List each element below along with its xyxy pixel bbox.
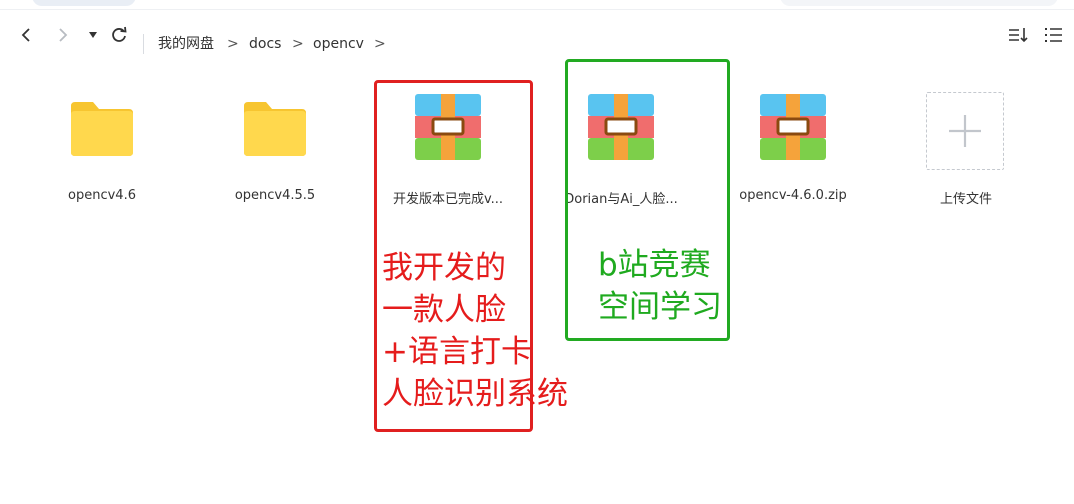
annotation-text-red: 我开发的 一款人脸 +语言打卡 人脸识别系统 xyxy=(382,247,568,415)
upload-label: 上传文件 xyxy=(939,192,992,207)
navigation-bar: 我的网盘 > docs > opencv > xyxy=(0,10,1074,58)
breadcrumb-item-root[interactable]: 我的网盘 xyxy=(158,34,214,54)
annotation-line: 空间学习 xyxy=(598,289,722,325)
folder-icon xyxy=(244,102,306,156)
refresh-icon xyxy=(112,26,127,42)
refresh-button[interactable] xyxy=(108,24,130,46)
file-item-archive-opencv-zip[interactable]: opencv-4.6.0.zip xyxy=(718,82,868,222)
annotation-line: 人脸识别系统 xyxy=(382,376,568,412)
chevron-right-icon xyxy=(59,28,68,42)
sort-button[interactable] xyxy=(1008,24,1030,46)
file-name: opencv4.6 xyxy=(68,188,136,203)
annotation-line: b站竞赛 xyxy=(598,247,711,283)
plus-icon xyxy=(949,115,981,147)
upload-dropzone[interactable] xyxy=(926,92,1004,170)
file-name: opencv4.5.5 xyxy=(234,188,316,203)
folder-icon xyxy=(71,102,133,156)
breadcrumb-separator: > xyxy=(292,36,304,52)
sort-icon xyxy=(1009,28,1028,43)
history-dropdown-button[interactable] xyxy=(82,24,104,46)
list-view-icon xyxy=(1045,28,1062,42)
back-button[interactable] xyxy=(15,24,37,46)
breadcrumb-separator: > xyxy=(227,36,239,52)
annotation-text-green: b站竞赛 空间学习 xyxy=(598,244,722,328)
top-search-fragment[interactable] xyxy=(780,0,1058,6)
file-name: opencv-4.6.0.zip xyxy=(739,188,847,203)
toolbar-divider xyxy=(143,34,144,54)
forward-button[interactable] xyxy=(52,24,74,46)
breadcrumb-item-opencv[interactable]: opencv xyxy=(313,34,364,54)
file-item-folder-opencv4-6[interactable]: opencv4.6 xyxy=(27,82,177,222)
file-item-folder-opencv4-5-5[interactable]: opencv4.5.5 xyxy=(200,82,350,222)
annotation-line: +语言打卡 xyxy=(382,334,532,370)
caret-down-icon xyxy=(89,32,97,38)
breadcrumb-item-docs[interactable]: docs xyxy=(249,34,281,54)
chevron-left-icon xyxy=(21,28,30,42)
annotation-line: 我开发的 xyxy=(382,250,506,286)
archive-icon xyxy=(760,94,826,160)
upload-file-button[interactable]: 上传文件 xyxy=(891,82,1041,222)
top-tab-fragment[interactable] xyxy=(32,0,136,6)
breadcrumb-separator: > xyxy=(374,36,386,52)
view-mode-button[interactable] xyxy=(1042,24,1064,46)
annotation-line: 一款人脸 xyxy=(382,292,506,328)
window-top-strip xyxy=(0,0,1074,10)
